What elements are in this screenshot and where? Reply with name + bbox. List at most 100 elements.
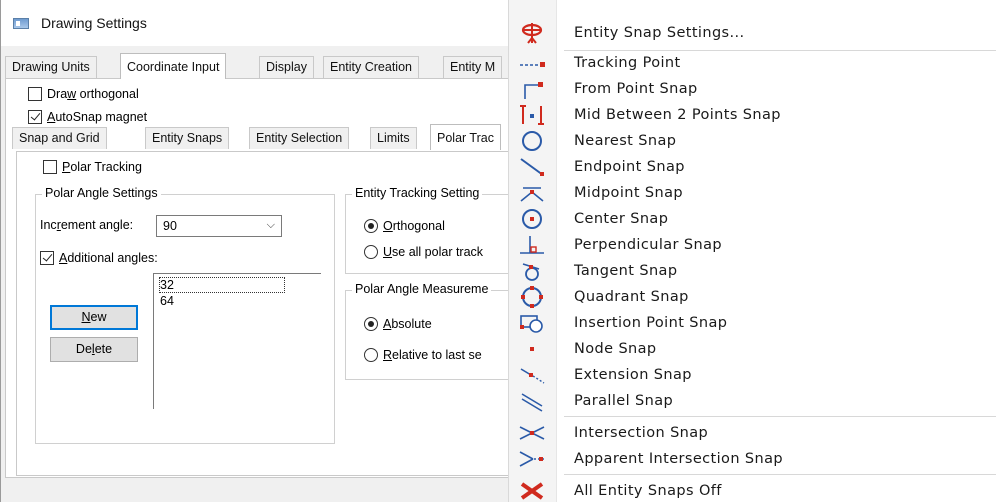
tab-entity-modification[interactable]: Entity M [443,56,503,78]
menu-item-intersection-snap[interactable]: Intersection Snap [509,420,1002,446]
menu-item-label: Apparent Intersection Snap [574,451,784,467]
absolute-radio[interactable]: Absolute [364,317,432,331]
menu-item-endpoint-snap[interactable]: Endpoint Snap [509,154,1002,180]
menu-item-from-point-snap[interactable]: From Point Snap [509,76,1002,102]
checkbox-box-checked[interactable] [28,110,42,124]
menu-item-node-snap[interactable]: Node Snap [509,336,1002,362]
tab-entity-creation[interactable]: Entity Creation [323,56,419,78]
radio-button-selected[interactable] [364,317,378,331]
radio-button[interactable] [364,245,378,259]
menu-item-label: All Entity Snaps Off [574,483,722,499]
tab-coordinate-input[interactable]: Coordinate Input [120,53,227,79]
menu-item-center-snap[interactable]: Center Snap [509,206,1002,232]
increment-angle-value: 90 [163,219,177,233]
menu-item-label: Mid Between 2 Points Snap [574,107,781,123]
menu-separator [564,416,996,417]
relative-radio[interactable]: Relative to last se [364,348,482,362]
draw-orthogonal-label: Draw orthogonal [47,87,139,101]
menu-item-parallel-snap[interactable]: Parallel Snap [509,388,1002,414]
checkbox-box-checked[interactable] [40,251,54,265]
radio-button[interactable] [364,348,378,362]
menu-item-midpoint-snap[interactable]: Midpoint Snap [509,180,1002,206]
increment-angle-combobox[interactable]: 90 ⌵ [156,215,282,237]
polar-tracking-checkbox[interactable]: Polar Tracking [43,160,142,174]
tab-drawing-units[interactable]: Drawing Units [5,56,97,78]
midpoint-snap-icon [520,187,544,202]
use-all-polar-radio[interactable]: Use all polar track [364,245,483,259]
menu-item-extension-snap[interactable]: Extension Snap [509,362,1002,388]
apparent-intersection-snap-icon [519,451,545,467]
menu-item-perpendicular-snap[interactable]: Perpendicular Snap [509,232,1002,258]
menu-item-label: Tangent Snap [574,263,678,279]
additional-angles-list[interactable]: 32 64 [153,273,321,409]
absolute-label: Absolute [383,317,432,331]
from-point-snap-icon [524,82,543,99]
menu-item-label: Intersection Snap [574,425,709,441]
orthogonal-radio[interactable]: Orthogonal [364,219,445,233]
tab-polar-tracking[interactable]: Polar Trac [430,124,501,150]
node-snap-icon [530,347,534,351]
tab-snap-and-grid[interactable]: Snap and Grid [12,127,107,149]
tracking-point-icon [520,62,545,67]
draw-orthogonal-checkbox[interactable]: Draw orthogonal [28,87,139,101]
tab-entity-snaps[interactable]: Entity Snaps [145,127,230,149]
all-snaps-off-icon [520,482,544,500]
tab-display[interactable]: Display [259,56,314,78]
chevron-down-icon[interactable]: ⌵ [267,219,275,232]
tab-limits[interactable]: Limits [370,127,417,149]
polar-measurement-group: Polar Angle Measureme Absolute Relative … [345,282,520,380]
menu-item-label: Parallel Snap [574,393,674,409]
delete-angle-button[interactable]: Delete [50,337,138,362]
menu-item-all-snaps-off[interactable]: All Entity Snaps Off [509,478,1002,502]
perpendicular-snap-icon [520,236,544,254]
menu-item-label: Entity Snap Settings... [574,25,745,41]
menu-item-label: Nearest Snap [574,133,677,149]
menu-item-entity-snap-settings[interactable]: Entity Snap Settings... [509,20,1002,46]
menu-item-label: From Point Snap [574,81,698,97]
tangent-snap-icon [522,263,540,281]
menu-item-nearest-snap[interactable]: Nearest Snap [509,128,1002,154]
dialog-titlebar: Drawing Settings [1,0,520,46]
window-icon [13,18,29,29]
use-all-polar-label: Use all polar track [383,245,484,259]
menu-item-tracking-point[interactable]: Tracking Point [509,50,1002,76]
autosnap-magnet-label: AutoSnap magnet [47,110,148,124]
mid-between-points-icon [520,105,544,125]
menu-item-apparent-intersection-snap[interactable]: Apparent Intersection Snap [509,446,1002,472]
additional-angles-checkbox[interactable]: Additional angles: [40,251,158,265]
list-item[interactable]: 32 [159,277,285,293]
menu-item-label: Perpendicular Snap [574,237,722,253]
polar-tracking-label: Polar Tracking [62,160,142,174]
menu-item-label: Tracking Point [574,55,681,71]
tab-entity-selection[interactable]: Entity Selection [249,127,350,149]
menu-separator [564,474,996,475]
polar-angle-settings-group: Polar Angle Settings Increment angle: 90… [35,186,335,444]
menu-item-label: Node Snap [574,341,657,357]
list-item[interactable]: 64 [160,294,174,308]
menu-item-mid-between-points[interactable]: Mid Between 2 Points Snap [509,102,1002,128]
checkbox-box[interactable] [43,160,57,174]
intersection-snap-icon [519,426,545,440]
extension-snap-icon [520,368,545,384]
entity-snap-settings-icon [521,23,543,44]
radio-button-selected[interactable] [364,219,378,233]
group-title: Polar Angle Measureme [352,282,492,296]
checkbox-box[interactable] [28,87,42,101]
coordinate-input-panel: Draw orthogonal AutoSnap magnet Snap and… [5,78,520,478]
group-title: Entity Tracking Setting [352,186,483,200]
additional-angles-label: Additional angles: [59,251,158,265]
endpoint-snap-icon [520,158,544,176]
menu-item-label: Insertion Point Snap [574,315,728,331]
menu-item-tangent-snap[interactable]: Tangent Snap [509,258,1002,284]
menu-item-insertion-point-snap[interactable]: Insertion Point Snap [509,310,1002,336]
autosnap-magnet-checkbox[interactable]: AutoSnap magnet [28,110,147,124]
increment-angle-label: Increment angle: [40,218,134,232]
entity-snap-context-menu: Entity Snap Settings... Tracking Point F… [508,0,1002,502]
dialog-title: Drawing Settings [41,15,147,31]
menu-item-label: Quadrant Snap [574,289,689,305]
parallel-snap-icon [521,393,543,412]
quadrant-snap-icon [521,286,543,308]
menu-item-label: Center Snap [574,211,669,227]
menu-item-quadrant-snap[interactable]: Quadrant Snap [509,284,1002,310]
new-angle-button[interactable]: New [50,305,138,330]
